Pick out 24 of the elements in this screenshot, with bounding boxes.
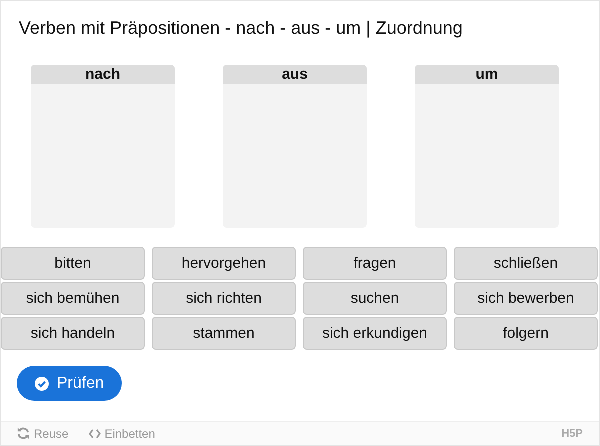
draggable-word[interactable]: sich bemühen xyxy=(1,282,145,315)
draggable-word[interactable]: suchen xyxy=(303,282,447,315)
check-icon xyxy=(35,376,49,390)
draggable-word[interactable]: folgern xyxy=(454,317,598,350)
draggable-word[interactable]: sich bewerben xyxy=(454,282,598,315)
draggable-word[interactable]: hervorgehen xyxy=(152,247,296,280)
task-title: Verben mit Präpositionen - nach - aus - um | Zuordnung xyxy=(19,18,464,39)
code-icon xyxy=(88,428,101,438)
draggable-word[interactable]: bitten xyxy=(1,247,145,280)
draggable-word[interactable]: stammen xyxy=(152,317,296,350)
check-button[interactable]: Prüfen xyxy=(17,366,122,401)
draggable-word[interactable]: sich handeln xyxy=(1,317,145,350)
drop-zone-label: um xyxy=(415,65,559,84)
drop-zone[interactable]: um xyxy=(415,65,559,228)
drop-zone[interactable]: nach xyxy=(31,65,175,228)
drop-zone[interactable]: aus xyxy=(223,65,367,228)
draggable-word[interactable]: sich richten xyxy=(152,282,296,315)
draggable-word[interactable]: sich erkundigen xyxy=(303,317,447,350)
drop-zone-label: nach xyxy=(31,65,175,84)
h5p-logo: H5P xyxy=(562,428,583,440)
refresh-icon xyxy=(17,427,30,440)
draggable-word[interactable]: schließen xyxy=(454,247,598,280)
drop-zone-label: aus xyxy=(223,65,367,84)
draggable-word[interactable]: fragen xyxy=(303,247,447,280)
